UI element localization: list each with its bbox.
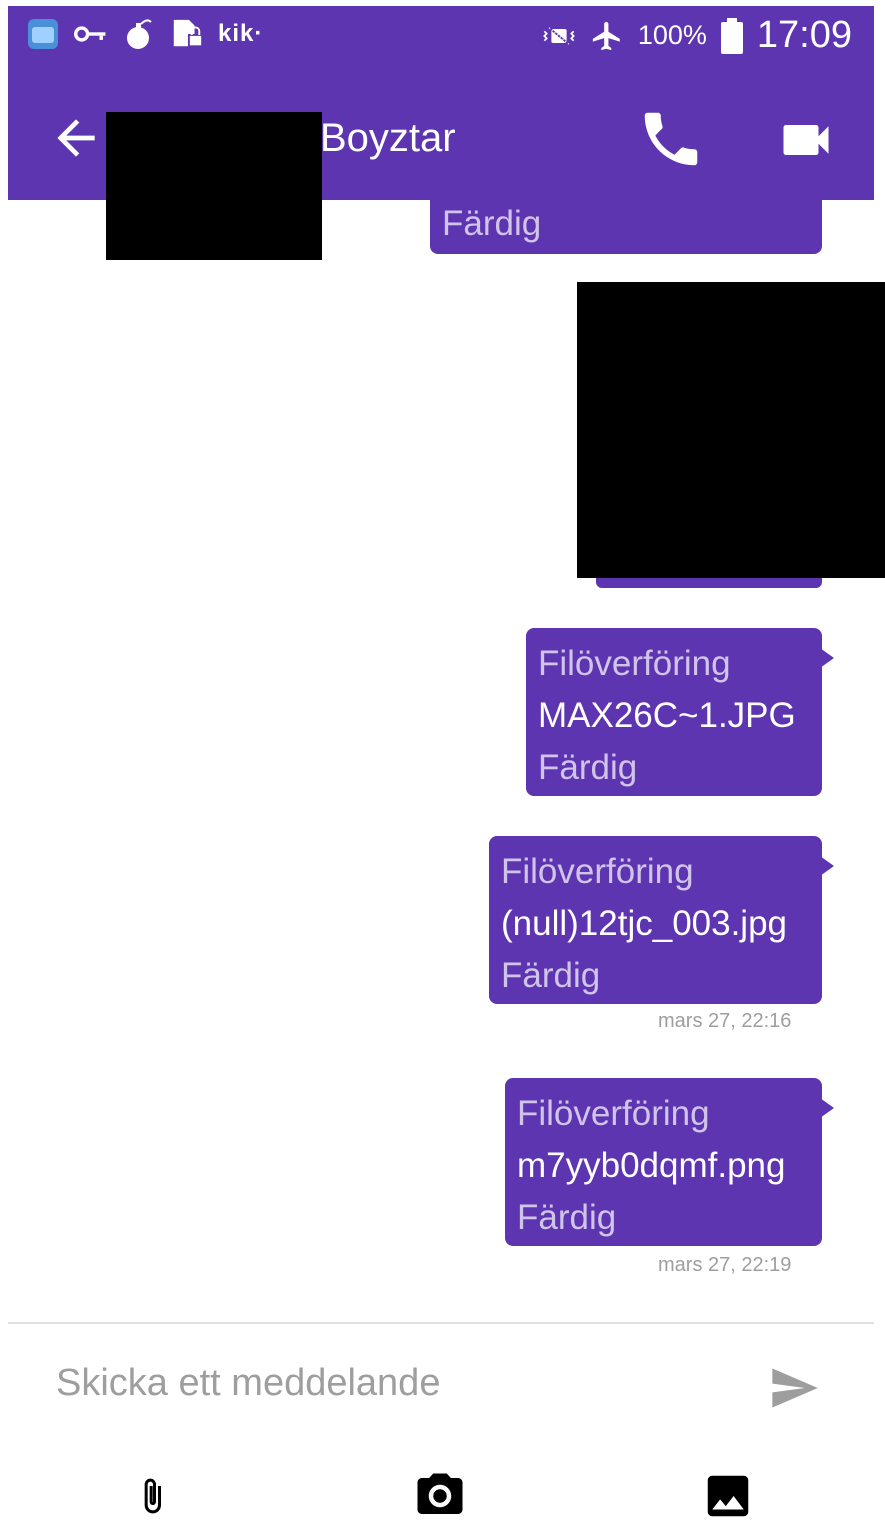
image-icon xyxy=(707,1475,749,1517)
redacted-image xyxy=(577,282,885,578)
camera-button[interactable] xyxy=(410,1466,470,1526)
vibrate-icon xyxy=(542,18,576,54)
file-transfer-bubble[interactable]: Filöverföring m7yyb0dqmf.png Färdig xyxy=(505,1078,834,1246)
file-transfer-label: Filöverföring xyxy=(501,852,694,891)
video-call-button[interactable] xyxy=(774,110,838,170)
battery-percent: 100% xyxy=(637,20,707,50)
battery-icon xyxy=(720,17,743,54)
message-timestamp: mars 27, 22:19 xyxy=(658,1254,792,1276)
file-name: m7yyb0dqmf.png xyxy=(517,1146,786,1185)
bomb-icon xyxy=(122,16,156,52)
message-status: Färdig xyxy=(538,748,638,787)
top-bar: kik· 100% 17:09 Boyztar xyxy=(8,6,874,260)
kik-label: kik· xyxy=(218,20,264,47)
message-status: Färdig xyxy=(501,956,601,995)
file-transfer-bubble[interactable]: Filöverföring MAX26C~1.JPG Färdig xyxy=(526,628,834,796)
sim-lock-icon xyxy=(170,16,204,52)
status-bar: kik· 100% 17:09 xyxy=(8,6,874,66)
file-name: (null)12tjc_003.jpg xyxy=(501,904,788,943)
file-transfer-label: Filöverföring xyxy=(538,644,731,683)
phone-icon xyxy=(644,112,698,166)
paperclip-icon xyxy=(144,1478,161,1514)
airplane-icon xyxy=(590,18,624,54)
attach-button[interactable] xyxy=(122,1466,182,1526)
message-bubble[interactable]: Färdig xyxy=(430,196,822,254)
send-icon xyxy=(772,1368,818,1408)
composer-divider xyxy=(8,1322,874,1324)
redacted-contact-name xyxy=(106,112,322,260)
file-transfer-bubble[interactable]: Filöverföring (null)12tjc_003.jpg Färdig xyxy=(489,836,834,1004)
conversation-title: Boyztar xyxy=(320,116,456,160)
arrow-left-icon xyxy=(57,119,95,157)
message-status: Färdig xyxy=(517,1198,617,1237)
message-timestamp: mars 27, 22:16 xyxy=(658,1010,792,1032)
send-button[interactable] xyxy=(766,1362,822,1414)
camera-icon xyxy=(417,1473,463,1514)
key-icon xyxy=(74,16,108,52)
video-camera-icon xyxy=(783,125,829,155)
app-bar: Boyztar xyxy=(8,66,874,260)
gallery-button[interactable] xyxy=(698,1466,758,1526)
message-status: Färdig xyxy=(442,204,542,243)
file-name: MAX26C~1.JPG xyxy=(538,696,796,735)
call-button[interactable] xyxy=(636,104,706,174)
back-button[interactable] xyxy=(48,110,104,166)
file-transfer-label: Filöverföring xyxy=(517,1094,710,1133)
clock: 17:09 xyxy=(756,14,852,56)
app-icon xyxy=(26,16,60,52)
message-input[interactable]: Skicka ett meddelande xyxy=(56,1362,440,1405)
